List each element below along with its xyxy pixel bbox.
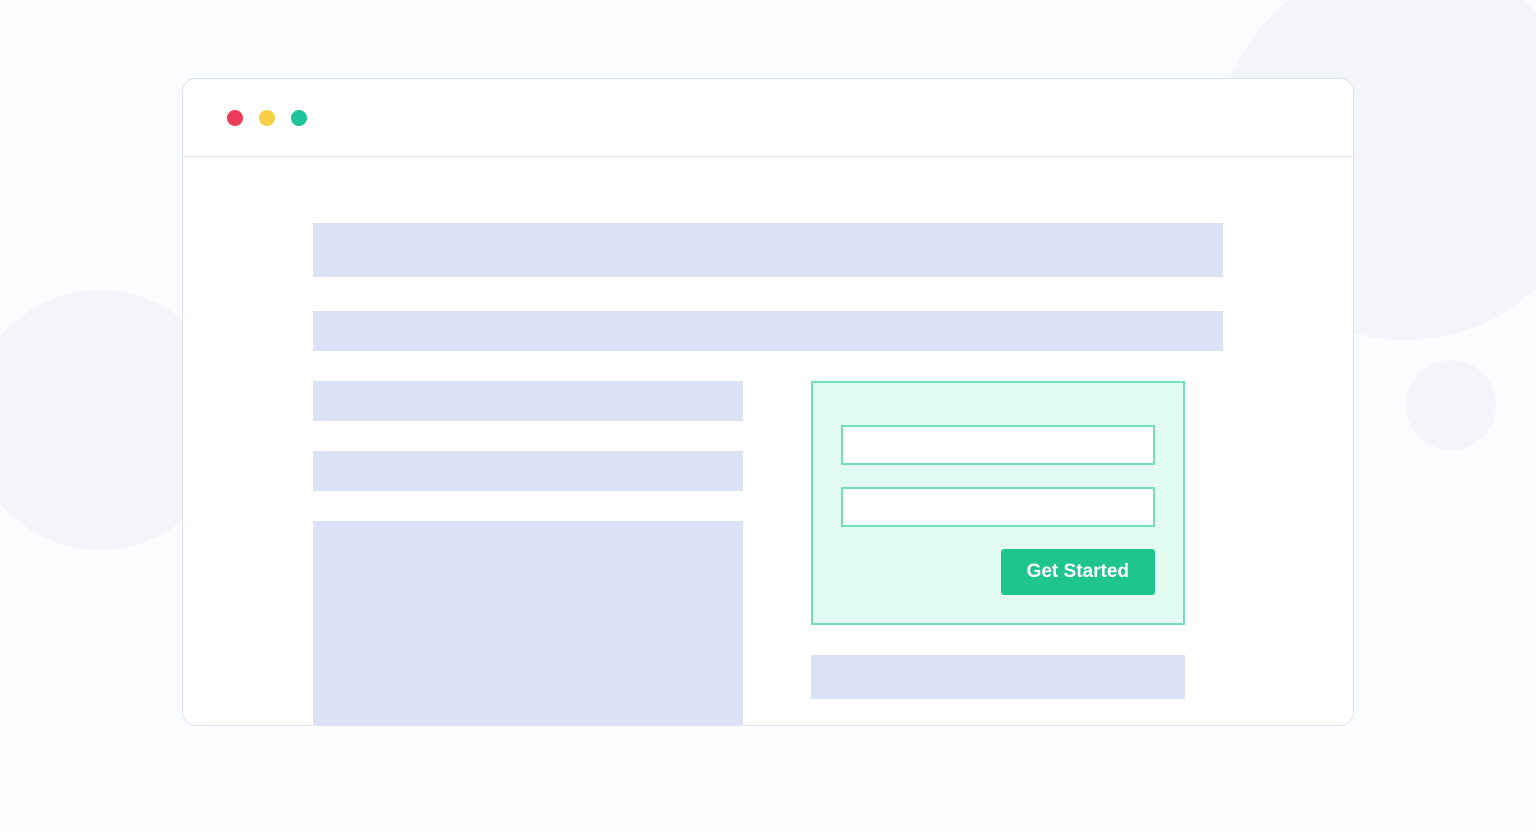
window-close-dot[interactable] [227, 110, 243, 126]
window-maximize-dot[interactable] [291, 110, 307, 126]
browser-window: Get Started [182, 78, 1354, 726]
content-placeholder-block [313, 521, 743, 726]
right-column: Get Started [811, 381, 1185, 699]
decorative-circle-small [1406, 360, 1496, 450]
content-placeholder-bar [313, 381, 743, 421]
form-input-1[interactable] [841, 425, 1155, 465]
signup-form-panel: Get Started [811, 381, 1185, 625]
form-button-row: Get Started [841, 549, 1155, 595]
form-input-2[interactable] [841, 487, 1155, 527]
content-placeholder-row [313, 223, 1223, 277]
content-placeholder-bar [811, 655, 1185, 699]
content-placeholder-row [313, 311, 1223, 351]
window-titlebar [183, 79, 1353, 157]
page-content: Get Started [183, 157, 1353, 725]
left-column [313, 381, 743, 726]
content-placeholder-bar [313, 451, 743, 491]
two-column-layout: Get Started [313, 381, 1223, 726]
get-started-button[interactable]: Get Started [1001, 549, 1155, 595]
window-minimize-dot[interactable] [259, 110, 275, 126]
